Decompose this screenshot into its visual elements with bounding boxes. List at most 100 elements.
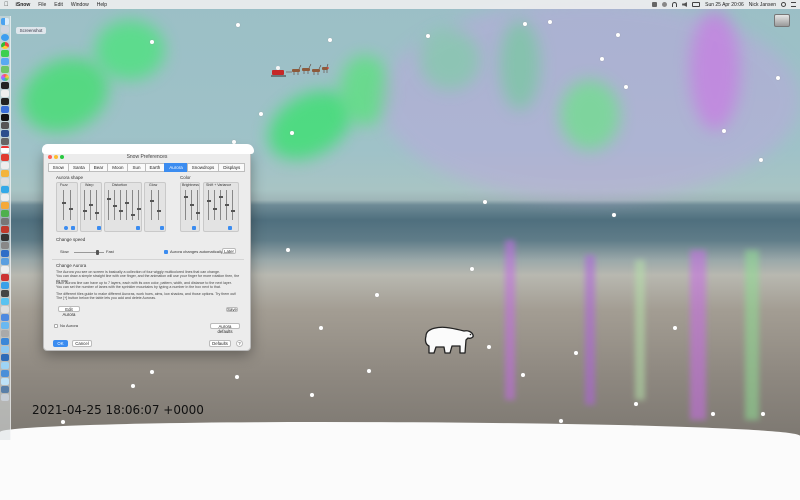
maps-icon[interactable] <box>1 66 9 73</box>
distortion-slider[interactable] <box>112 190 117 220</box>
menubar-datetime[interactable]: Sun 25 Apr 20:06 <box>705 2 744 8</box>
warp-slider[interactable] <box>88 190 93 220</box>
app-icon[interactable] <box>1 338 9 345</box>
mail-icon[interactable] <box>1 58 9 65</box>
app-icon[interactable] <box>1 194 9 201</box>
launchpad-icon[interactable] <box>1 26 9 33</box>
app-icon[interactable] <box>1 210 9 217</box>
menu-help[interactable]: Help <box>97 2 107 8</box>
app-icon[interactable] <box>1 218 9 225</box>
trash-icon[interactable] <box>1 394 9 401</box>
tab-santa[interactable]: Santa <box>67 163 90 172</box>
distortion-slider[interactable] <box>124 190 129 220</box>
app-icon[interactable] <box>1 258 9 265</box>
app-icon[interactable] <box>1 266 9 273</box>
app-icon[interactable] <box>1 226 9 233</box>
tab-bear[interactable]: Bear <box>88 163 109 172</box>
later-button[interactable]: Later <box>222 248 236 254</box>
app-icon[interactable] <box>1 130 9 137</box>
brightness-slider[interactable] <box>189 190 194 220</box>
tab-moon[interactable]: Moon <box>107 163 129 172</box>
wifi-icon[interactable] <box>672 2 678 7</box>
app-icon[interactable] <box>1 178 9 185</box>
fuzz-slider[interactable] <box>61 190 66 220</box>
help-button[interactable]: ? <box>236 340 243 347</box>
warp-checkbox[interactable] <box>97 226 101 230</box>
menu-app-name[interactable]: iSnow <box>16 2 31 8</box>
glow-slider[interactable] <box>149 190 154 220</box>
tab-snowdrops[interactable]: Snowdrops <box>186 163 220 172</box>
app-icon[interactable] <box>1 234 9 241</box>
speed-slider[interactable] <box>74 252 104 253</box>
status-app-icon[interactable] <box>662 2 668 7</box>
menubar-user[interactable]: Nick Jansen <box>749 2 776 8</box>
finder-icon[interactable] <box>1 18 9 25</box>
variance-checkbox[interactable] <box>228 226 232 230</box>
desktop-screenshot-label[interactable]: Screenshot <box>16 27 46 34</box>
brightness-checkbox[interactable] <box>192 226 196 230</box>
app-icon[interactable] <box>1 314 9 321</box>
tab-aurora[interactable]: Aurora <box>164 163 188 172</box>
edit-aurora-button[interactable]: Edit Aurora <box>58 306 80 317</box>
auto-change-checkbox[interactable] <box>164 250 168 254</box>
app-icon[interactable] <box>1 322 9 329</box>
ok-button[interactable]: OK <box>53 340 68 347</box>
menu-edit[interactable]: Edit <box>54 2 63 8</box>
variance-slider[interactable] <box>224 190 229 220</box>
warp-slider[interactable] <box>82 190 87 220</box>
app-icon[interactable] <box>1 370 9 377</box>
cancel-button[interactable]: Cancel <box>72 340 92 347</box>
app-icon[interactable] <box>1 154 9 161</box>
fuzz-checkbox[interactable] <box>71 226 75 230</box>
app-icon[interactable] <box>1 250 9 257</box>
window-titlebar[interactable]: Snow Preferences <box>44 151 250 162</box>
fuzz-slider[interactable] <box>68 190 73 220</box>
aurora-defaults-button[interactable]: Aurora defaults <box>210 323 240 334</box>
volume-icon[interactable] <box>682 2 688 7</box>
app-icon[interactable] <box>1 242 9 249</box>
tab-displays[interactable]: Displays <box>218 163 246 172</box>
app-icon[interactable] <box>1 98 9 105</box>
menu-window[interactable]: Window <box>71 2 89 8</box>
terminal-icon[interactable] <box>1 114 9 121</box>
app-icon[interactable] <box>1 298 9 305</box>
photos-icon[interactable] <box>1 74 9 81</box>
warp-slider[interactable] <box>94 190 99 220</box>
distortion-slider[interactable] <box>106 190 111 220</box>
shift-slider[interactable] <box>218 190 223 220</box>
app-icon[interactable] <box>1 362 9 369</box>
app-icon[interactable] <box>1 290 9 297</box>
shift-slider[interactable] <box>212 190 217 220</box>
distortion-slider[interactable] <box>130 190 135 220</box>
no-aurora-checkbox[interactable] <box>54 324 58 328</box>
app-icon[interactable] <box>1 202 9 209</box>
distortion-slider[interactable] <box>118 190 123 220</box>
app-icon[interactable] <box>1 82 9 89</box>
glow-slider[interactable] <box>156 190 161 220</box>
tab-earth[interactable]: Earth <box>144 163 166 172</box>
app-icon[interactable] <box>1 162 9 169</box>
app-icon[interactable] <box>1 170 9 177</box>
variance-slider[interactable] <box>230 190 235 220</box>
brightness-slider[interactable] <box>183 190 188 220</box>
fuzz-checkbox[interactable] <box>64 226 68 230</box>
app-icon[interactable] <box>1 274 9 281</box>
apple-icon[interactable]:  <box>4 2 9 8</box>
app-icon[interactable] <box>1 90 9 97</box>
app-icon[interactable] <box>1 346 9 353</box>
app-icon[interactable] <box>1 306 9 313</box>
safari-icon[interactable] <box>1 34 9 41</box>
tab-snow[interactable]: Snow <box>47 163 69 172</box>
app-icon[interactable] <box>1 186 9 193</box>
app-icon[interactable] <box>1 386 9 393</box>
app-icon[interactable] <box>1 378 9 385</box>
drive-icon[interactable] <box>774 14 790 34</box>
distortion-checkbox[interactable] <box>136 226 140 230</box>
glow-checkbox[interactable] <box>160 226 164 230</box>
app-icon[interactable] <box>1 354 9 361</box>
tab-sun[interactable]: Sun <box>127 163 146 172</box>
battery-icon[interactable] <box>692 2 701 7</box>
shift-slider[interactable] <box>206 190 211 220</box>
chrome-icon[interactable] <box>1 42 9 49</box>
app-icon[interactable] <box>1 330 9 337</box>
